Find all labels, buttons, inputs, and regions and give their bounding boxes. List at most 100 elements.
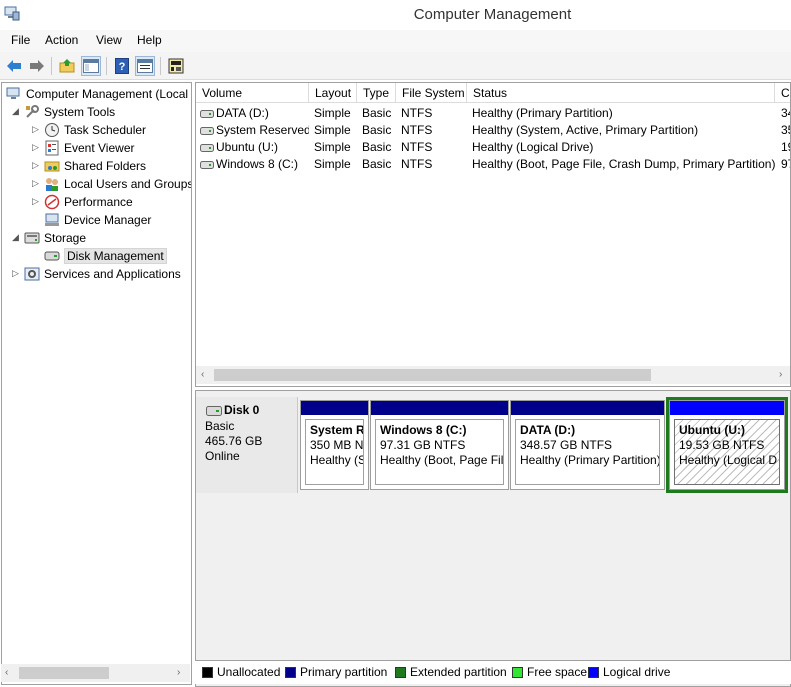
tree-item[interactable]: ▷ Event Viewer (2, 139, 191, 157)
tree-item-label: Disk Management (64, 248, 167, 264)
scroll-right-icon[interactable]: › (177, 667, 180, 678)
svg-text:?: ? (119, 61, 126, 73)
legend-label-unallocated: Unallocated (217, 665, 281, 679)
legend-swatch-logical (588, 667, 599, 678)
forward-icon[interactable] (27, 56, 47, 76)
collapse-arrow-icon[interactable]: ◢ (12, 106, 22, 116)
partition-windows-8[interactable]: Windows 8 (C:) 97.31 GB NTFS Healthy (Bo… (370, 400, 509, 490)
tree-item[interactable]: ▷ Services and Applications (2, 265, 191, 283)
collapse-arrow-icon[interactable]: ◢ (12, 232, 22, 242)
menu-help[interactable]: Help (137, 33, 162, 47)
tree-item[interactable]: ◢ System Tools (2, 103, 191, 121)
tree-item[interactable]: ▷ Performance (2, 193, 191, 211)
partition-body-selected: Ubuntu (U:) 19.53 GB NTFS Healthy (Logic… (674, 419, 780, 485)
cell-status: Healthy (Primary Partition) (472, 106, 613, 120)
partition-system-reserved[interactable]: System Re 350 MB NT Healthy (S (300, 400, 369, 490)
expand-arrow-icon[interactable]: ▷ (32, 160, 42, 170)
cell-cap: 35 (781, 123, 790, 137)
tree-item[interactable]: ▷ Task Scheduler (2, 121, 191, 139)
scroll-left-icon[interactable]: ‹ (5, 667, 8, 678)
toolbar-separator (106, 57, 107, 75)
title-bar[interactable]: Computer Management (0, 0, 791, 30)
partition-ubuntu[interactable]: Ubuntu (U:) 19.53 GB NTFS Healthy (Logic… (669, 400, 785, 490)
scroll-left-icon[interactable]: ‹ (201, 369, 204, 380)
performance-icon (44, 194, 60, 210)
column-header-file-system[interactable]: File System (396, 83, 467, 103)
expand-arrow-icon[interactable]: ▷ (32, 178, 42, 188)
console-icon[interactable] (166, 56, 186, 76)
cell-status: Healthy (Logical Drive) (472, 140, 594, 154)
tree-horizontal-scrollbar[interactable]: ‹ › (1, 664, 190, 682)
disk-size: 465.76 GB (205, 434, 263, 448)
volume-row[interactable]: System Reserved Simple Basic NTFS Healthy (S… (196, 122, 790, 139)
scrollbar-thumb[interactable] (19, 667, 109, 679)
menu-file[interactable]: File (11, 33, 30, 47)
tree-item[interactable]: ◢ Storage (2, 229, 191, 247)
legend-swatch-free-space (512, 667, 523, 678)
disk-state: Online (205, 449, 240, 463)
cell-layout: Simple (314, 140, 351, 154)
menu-view[interactable]: View (96, 33, 122, 47)
cell-volume: Ubuntu (U:) (216, 140, 279, 154)
menu-action[interactable]: Action (45, 33, 78, 47)
cell-fs: NTFS (401, 140, 433, 154)
legend-label-primary: Primary partition (300, 665, 388, 679)
cell-type: Basic (362, 157, 392, 171)
disk-0-label[interactable]: Disk 0 Basic 465.76 GB Online (196, 397, 298, 493)
properties-icon[interactable] (135, 56, 155, 76)
legend-label-free-space: Free space (527, 665, 588, 679)
expand-arrow-icon[interactable]: ▷ (32, 196, 42, 206)
column-header-type[interactable]: Type (357, 83, 396, 103)
legend-label-logical: Logical drive (603, 665, 671, 679)
partition-name: DATA (D:) (520, 423, 576, 437)
tree-item-label: System Tools (44, 105, 116, 119)
cell-type: Basic (362, 123, 392, 137)
column-header-layout[interactable]: Layout (309, 83, 357, 103)
device-manager-icon (44, 212, 60, 228)
cell-type: Basic (362, 140, 392, 154)
volume-drive-icon (200, 159, 214, 173)
back-icon[interactable] (4, 56, 24, 76)
column-header-volume[interactable]: Volume (196, 83, 309, 103)
up-folder-icon[interactable] (57, 56, 77, 76)
tree-item[interactable]: Computer Management (Local (2, 85, 191, 103)
cell-layout: Simple (314, 106, 351, 120)
help-icon[interactable]: ? (112, 56, 132, 76)
cell-volume: Windows 8 (C:) (216, 157, 299, 171)
volume-row[interactable]: Ubuntu (U:) Simple Basic NTFS Healthy (Logic… (196, 139, 790, 156)
legend-label-extended: Extended partition (410, 665, 507, 679)
tree-item-label: Event Viewer (64, 141, 135, 155)
column-header-status[interactable]: Status (467, 83, 775, 103)
volume-row[interactable]: DATA (D:) Simple Basic NTFS Healthy (Primary… (196, 105, 790, 122)
tree-item[interactable]: Device Manager (2, 211, 191, 229)
cell-fs: NTFS (401, 157, 433, 171)
tree-item[interactable]: ▷ Local Users and Groups (2, 175, 191, 193)
partition-data[interactable]: DATA (D:) 348.57 GB NTFS Healthy (Primar… (510, 400, 665, 490)
cell-cap: 34 (781, 106, 790, 120)
tree-item-label: Device Manager (64, 213, 152, 227)
volume-drive-icon (200, 142, 214, 156)
partition-name: System Re (310, 423, 364, 437)
console-tree[interactable]: Computer Management (Local ◢ System Tools ▷… (1, 82, 192, 685)
column-header-capacity[interactable]: C (775, 83, 790, 103)
scrollbar-thumb[interactable] (214, 369, 651, 381)
tree-item-label: Performance (64, 195, 133, 209)
scroll-right-icon[interactable]: › (779, 369, 782, 380)
cell-type: Basic (362, 106, 392, 120)
volume-drive-icon (200, 108, 214, 122)
tree-item[interactable]: Disk Management (2, 247, 191, 265)
show-hide-tree-icon[interactable] (81, 56, 101, 76)
volume-row[interactable]: Windows 8 (C:) Simple Basic NTFS Healthy (Bo… (196, 156, 790, 173)
partition-size: 97.31 GB NTFS (380, 438, 466, 452)
disk-type: Basic (205, 419, 235, 433)
cell-volume: System Reserved (216, 123, 309, 137)
expand-arrow-icon[interactable]: ▷ (32, 142, 42, 152)
expand-arrow-icon[interactable]: ▷ (32, 124, 42, 134)
tree-item[interactable]: ▷ Shared Folders (2, 157, 191, 175)
volume-drive-icon (200, 125, 214, 139)
tree-item-label: Services and Applications (44, 267, 181, 281)
volume-list-horizontal-scrollbar[interactable]: ‹ › (196, 366, 790, 384)
tree-item-label: Storage (44, 231, 87, 245)
expand-arrow-icon[interactable]: ▷ (12, 268, 22, 278)
volume-list[interactable]: Volume Layout Type File System Status C … (195, 82, 791, 387)
